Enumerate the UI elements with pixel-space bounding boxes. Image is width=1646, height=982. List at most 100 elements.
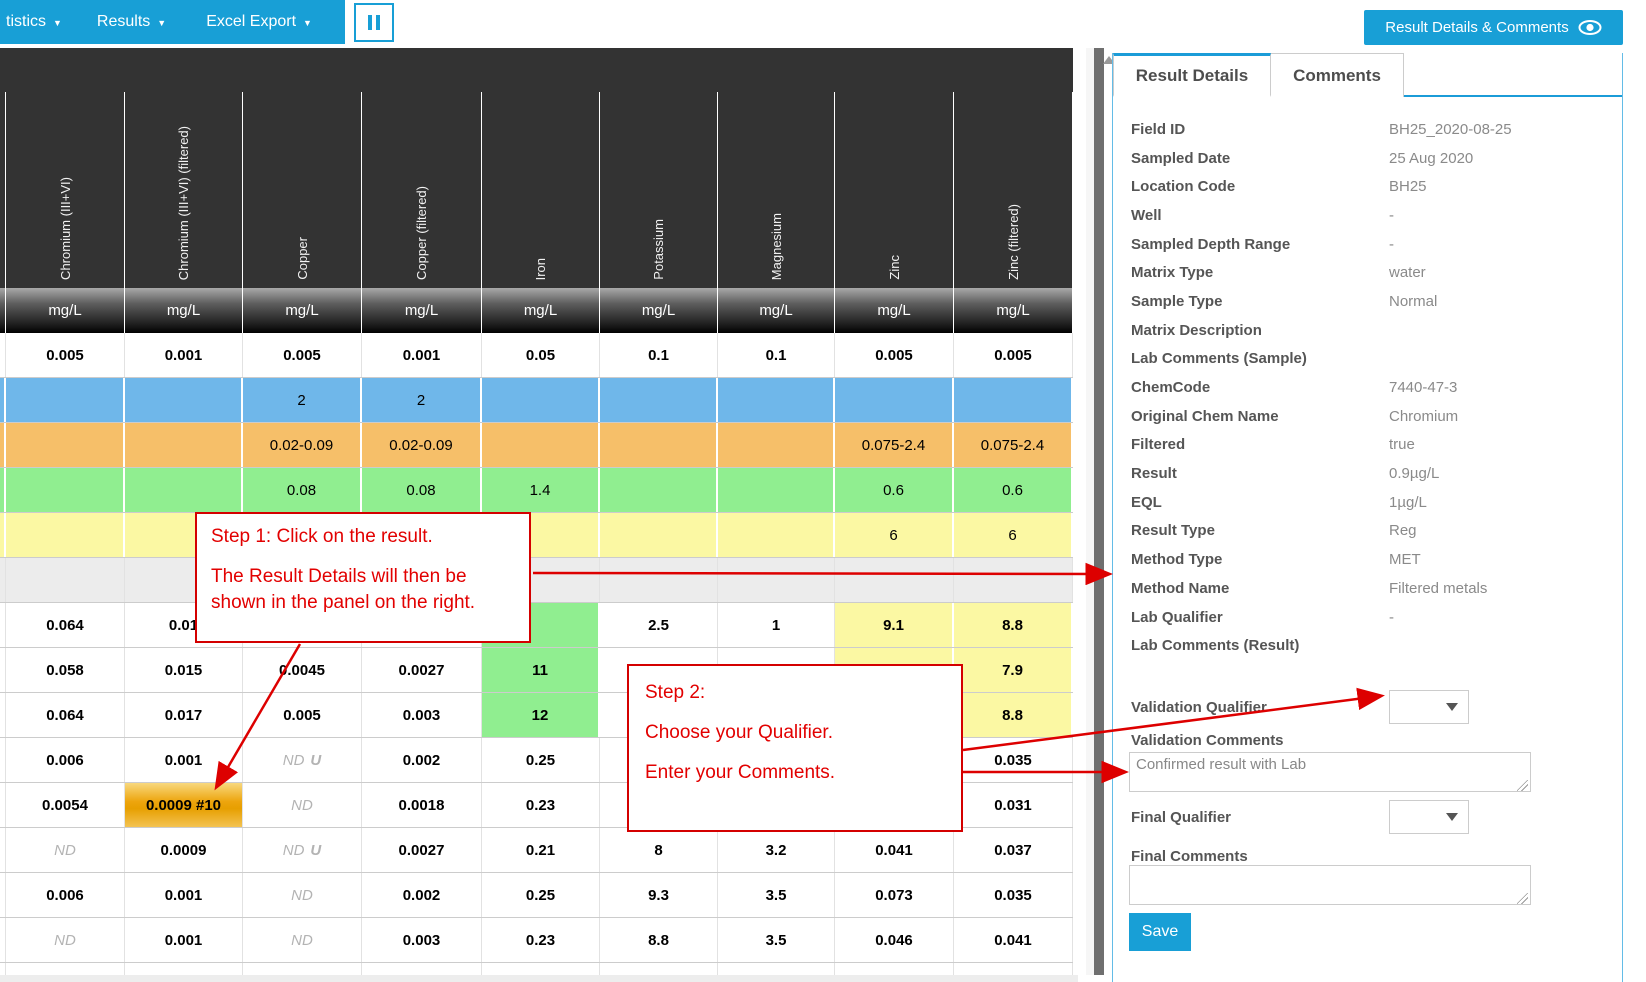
result-cell[interactable]: 0.001: [362, 333, 482, 377]
result-cell[interactable]: 0.017: [125, 693, 243, 737]
result-cell[interactable]: [6, 423, 125, 467]
result-cell[interactable]: 0.23: [482, 783, 600, 827]
final-qualifier-select[interactable]: [1389, 800, 1469, 834]
result-cell[interactable]: 0.05: [482, 333, 600, 377]
result-cell[interactable]: 0.001: [125, 918, 243, 962]
result-cell[interactable]: 0.0027: [362, 648, 482, 692]
result-cell[interactable]: [600, 468, 718, 512]
result-cell[interactable]: 2: [362, 378, 482, 422]
result-cell[interactable]: 0.02-0.09: [243, 423, 362, 467]
result-cell[interactable]: [835, 558, 954, 602]
result-cell[interactable]: [600, 378, 718, 422]
result-cell[interactable]: 0.005: [6, 333, 125, 377]
result-cell[interactable]: 0.031: [954, 783, 1073, 827]
result-cell[interactable]: 2.5: [600, 603, 718, 647]
result-cell[interactable]: [125, 378, 243, 422]
menu-results[interactable]: Results ▼: [97, 13, 166, 31]
result-cell[interactable]: 9.3: [600, 873, 718, 917]
result-cell[interactable]: [6, 513, 125, 557]
result-cell[interactable]: 0.003: [362, 918, 482, 962]
result-cell[interactable]: NDU: [243, 828, 362, 872]
result-cell[interactable]: 8: [600, 828, 718, 872]
result-cell[interactable]: ND: [243, 873, 362, 917]
result-cell[interactable]: [718, 423, 835, 467]
result-cell[interactable]: 0.001: [125, 333, 243, 377]
validation-comments-input[interactable]: Confirmed result with Lab: [1129, 752, 1531, 792]
result-cell[interactable]: 0.21: [482, 828, 600, 872]
result-cell[interactable]: [482, 423, 600, 467]
result-cell[interactable]: 0.073: [835, 873, 954, 917]
result-cell[interactable]: 0.25: [482, 738, 600, 782]
result-cell[interactable]: 9.1: [835, 603, 954, 647]
result-cell[interactable]: 0.0045: [243, 648, 362, 692]
validation-qualifier-select[interactable]: [1389, 690, 1469, 724]
result-cell[interactable]: 0.075-2.4: [835, 423, 954, 467]
result-cell[interactable]: [6, 558, 125, 602]
result-cell[interactable]: 0.005: [243, 693, 362, 737]
result-details-comments-button[interactable]: Result Details & Comments: [1364, 10, 1623, 45]
result-cell[interactable]: 2: [243, 378, 362, 422]
result-cell[interactable]: [6, 468, 125, 512]
result-cell[interactable]: 0.003: [362, 693, 482, 737]
result-cell[interactable]: 0.075-2.4: [954, 423, 1073, 467]
result-cell[interactable]: 0.001: [125, 738, 243, 782]
result-cell[interactable]: ND: [6, 918, 125, 962]
result-cell[interactable]: 0.0027: [362, 828, 482, 872]
result-cell[interactable]: 0.0054: [6, 783, 125, 827]
result-cell[interactable]: 0.058: [6, 648, 125, 692]
result-cell[interactable]: 8.8: [600, 918, 718, 962]
result-cell[interactable]: ND: [6, 828, 125, 872]
result-cell[interactable]: 0.064: [6, 603, 125, 647]
result-cell[interactable]: [718, 378, 835, 422]
result-cell[interactable]: [954, 558, 1073, 602]
menu-statistics[interactable]: tistics ▼: [6, 13, 62, 31]
result-cell[interactable]: [125, 468, 243, 512]
result-cell[interactable]: 0.0018: [362, 783, 482, 827]
result-cell[interactable]: 0.041: [954, 918, 1073, 962]
result-cell[interactable]: 3.5: [718, 873, 835, 917]
result-cell[interactable]: 0.015: [125, 648, 243, 692]
result-cell[interactable]: 0.002: [362, 738, 482, 782]
result-cell[interactable]: 6: [835, 513, 954, 557]
result-cell[interactable]: 0.08: [243, 468, 362, 512]
menu-excel-export[interactable]: Excel Export ▼: [206, 13, 312, 31]
result-cell[interactable]: 0.064: [6, 693, 125, 737]
result-cell[interactable]: 0.005: [954, 333, 1073, 377]
result-cell[interactable]: NDU: [243, 738, 362, 782]
tab-result-details[interactable]: Result Details: [1113, 53, 1271, 97]
result-cell[interactable]: 0.08: [362, 468, 482, 512]
result-cell[interactable]: 0.25: [482, 873, 600, 917]
result-cell[interactable]: [954, 378, 1073, 422]
horizontal-scrollbar[interactable]: [0, 975, 1078, 982]
result-cell[interactable]: [482, 378, 600, 422]
result-cell[interactable]: 0.1: [718, 333, 835, 377]
tab-comments[interactable]: Comments: [1271, 53, 1404, 97]
result-cell[interactable]: 3.2: [718, 828, 835, 872]
result-cell[interactable]: [718, 513, 835, 557]
result-cell[interactable]: 0.035: [954, 738, 1073, 782]
result-cell[interactable]: 0.046: [835, 918, 954, 962]
result-cell[interactable]: 0.005: [243, 333, 362, 377]
result-cell[interactable]: 8.8: [954, 693, 1073, 737]
result-cell[interactable]: [600, 513, 718, 557]
pause-button[interactable]: [354, 3, 394, 42]
vertical-scrollbar-thumb[interactable]: [1094, 48, 1104, 975]
result-cell[interactable]: 0.1: [600, 333, 718, 377]
save-button[interactable]: Save: [1129, 913, 1191, 951]
result-cell[interactable]: ND: [243, 783, 362, 827]
result-cell[interactable]: [835, 378, 954, 422]
result-cell[interactable]: [718, 468, 835, 512]
result-cell[interactable]: 0.002: [362, 873, 482, 917]
selected-result-cell[interactable]: 0.0009 #10: [125, 783, 243, 827]
result-cell[interactable]: 1: [718, 603, 835, 647]
result-cell[interactable]: 1.4: [482, 468, 600, 512]
result-cell[interactable]: 0.23: [482, 918, 600, 962]
result-cell[interactable]: 0.037: [954, 828, 1073, 872]
result-cell[interactable]: 11: [482, 648, 600, 692]
result-cell[interactable]: [6, 378, 125, 422]
result-cell[interactable]: [600, 423, 718, 467]
result-cell[interactable]: 0.006: [6, 873, 125, 917]
result-cell[interactable]: 12: [482, 693, 600, 737]
result-cell[interactable]: 0.02-0.09: [362, 423, 482, 467]
result-cell[interactable]: 0.0009: [125, 828, 243, 872]
